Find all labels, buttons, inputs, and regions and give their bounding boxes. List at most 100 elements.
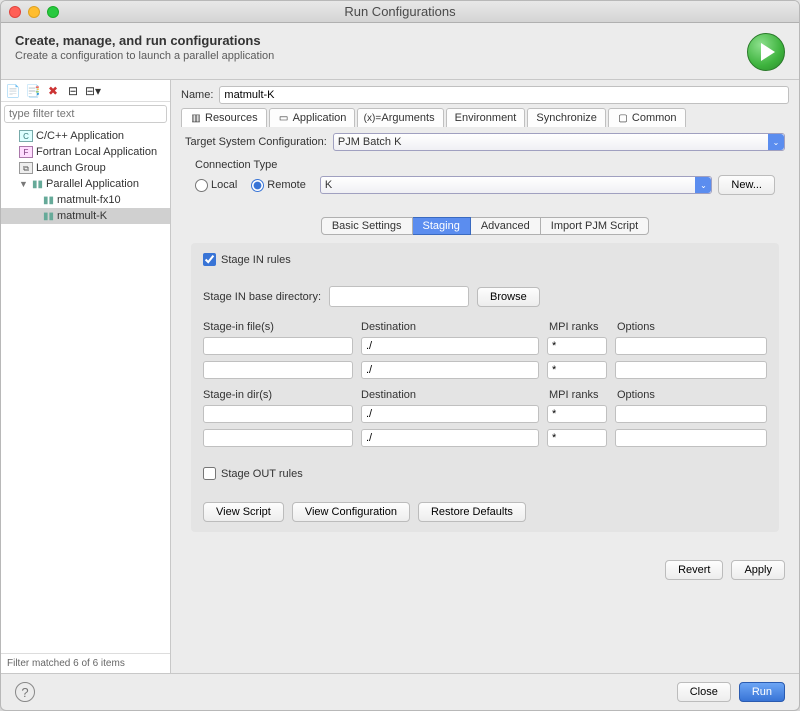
sidebar-toolbar: 📄 📑 ✖ ⊟ ⊟▾ [1,80,170,102]
duplicate-config-icon[interactable]: 📑 [25,83,41,99]
dropdown-icon: ⌄ [695,177,711,193]
view-configuration-button[interactable]: View Configuration [292,502,410,522]
tab-resources[interactable]: ▥Resources [181,108,267,127]
stage-in-file-row [203,337,767,355]
titlebar: Run Configurations [1,1,799,23]
col-mpi-ranks: MPI ranks [549,321,609,333]
stage-out-checkbox[interactable]: Stage OUT rules [203,467,303,480]
parallel-icon: ▮▮ [43,195,54,206]
filter-status: Filter matched 6 of 6 items [1,653,170,673]
connection-type-legend: Connection Type [195,159,775,171]
radio-local[interactable]: Local [195,179,237,192]
expand-all-icon[interactable]: ⊟ [65,83,81,99]
mpi-ranks-input[interactable] [547,337,607,355]
stage-in-checkbox[interactable]: Stage IN rules [203,253,291,266]
tree-item-launch-group[interactable]: ⧉Launch Group [1,160,170,176]
stage-in-dir-input[interactable] [203,429,353,447]
subtab-import-pjm[interactable]: Import PJM Script [541,217,649,235]
parallel-icon: ▮▮ [32,179,43,190]
destination-input[interactable] [361,361,539,379]
tree-item-matmult-fx10[interactable]: ▮▮matmult-fx10 [1,192,170,208]
window-title: Run Configurations [1,4,799,19]
action-bar: Revert Apply [171,554,799,586]
remote-connection-select[interactable]: K⌄ [320,176,713,194]
col-options: Options [617,389,767,401]
destination-input[interactable] [361,405,539,423]
mpi-ranks-input[interactable] [547,405,607,423]
tree-item-parallel-app[interactable]: ▼▮▮Parallel Application [1,176,170,192]
restore-defaults-button[interactable]: Restore Defaults [418,502,526,522]
arguments-icon: (x)= [366,112,378,124]
new-connection-button[interactable]: New... [718,175,775,195]
options-input[interactable] [615,429,767,447]
revert-button[interactable]: Revert [665,560,723,580]
help-icon[interactable]: ? [15,682,35,702]
name-label: Name: [181,89,213,101]
dialog-header: Create, manage, and run configurations C… [1,23,799,80]
subtab-staging[interactable]: Staging [413,217,471,235]
subtab-advanced[interactable]: Advanced [471,217,541,235]
collapse-all-icon[interactable]: ⊟▾ [85,83,101,99]
tab-common[interactable]: ▢Common [608,108,686,127]
tree-item-matmult-k[interactable]: ▮▮matmult-K [1,208,170,224]
stage-in-file-row [203,361,767,379]
main-tabs: ▥Resources ▭Application (x)=Arguments En… [171,108,799,127]
stage-in-dir-row [203,405,767,423]
run-configurations-window: Run Configurations Create, manage, and r… [0,0,800,711]
filter-box [4,105,167,123]
col-mpi-ranks: MPI ranks [549,389,609,401]
col-stage-in-files: Stage-in file(s) [203,321,353,333]
resources-panel: Target System Configuration: PJM Batch K… [181,127,789,548]
options-input[interactable] [615,361,767,379]
options-input[interactable] [615,405,767,423]
disclosure-open-icon[interactable]: ▼ [19,179,27,189]
stage-in-file-input[interactable] [203,361,353,379]
application-icon: ▭ [278,112,290,124]
delete-config-icon[interactable]: ✖ [45,83,61,99]
stage-in-file-input[interactable] [203,337,353,355]
browse-button[interactable]: Browse [477,287,540,307]
options-input[interactable] [615,337,767,355]
target-label: Target System Configuration: [185,136,327,148]
tab-environment[interactable]: Environment [446,108,526,127]
run-icon[interactable] [747,33,785,71]
stage-in-dir-input[interactable] [203,405,353,423]
stage-in-base-label: Stage IN base directory: [203,291,321,303]
new-config-icon[interactable]: 📄 [5,83,21,99]
target-system-select[interactable]: PJM Batch K⌄ [333,133,785,151]
col-stage-in-dirs: Stage-in dir(s) [203,389,353,401]
parallel-icon: ▮▮ [43,211,54,222]
destination-input[interactable] [361,429,539,447]
radio-remote[interactable]: Remote [251,179,306,192]
tab-arguments[interactable]: (x)=Arguments [357,108,443,127]
sidebar: 📄 📑 ✖ ⊟ ⊟▾ CC/C++ Application FFortran L… [1,80,171,673]
apply-button[interactable]: Apply [731,560,785,580]
main-panel: Name: ▥Resources ▭Application (x)=Argume… [171,80,799,673]
resources-icon: ▥ [190,112,202,124]
close-button[interactable]: Close [677,682,731,702]
config-tree: CC/C++ Application FFortran Local Applic… [1,126,170,653]
col-destination: Destination [361,389,541,401]
col-options: Options [617,321,767,333]
mpi-ranks-input[interactable] [547,429,607,447]
name-input[interactable] [219,86,789,104]
tab-application[interactable]: ▭Application [269,108,356,127]
f-badge-icon: F [19,146,33,158]
destination-input[interactable] [361,337,539,355]
dialog-body: 📄 📑 ✖ ⊟ ⊟▾ CC/C++ Application FFortran L… [1,80,799,673]
tree-item-fortran-app[interactable]: FFortran Local Application [1,144,170,160]
header-subtitle: Create a configuration to launch a paral… [15,50,274,62]
header-title: Create, manage, and run configurations [15,33,274,48]
subtab-basic-settings[interactable]: Basic Settings [321,217,413,235]
tab-synchronize[interactable]: Synchronize [527,108,606,127]
run-button[interactable]: Run [739,682,785,702]
filter-input[interactable] [4,105,167,123]
view-script-button[interactable]: View Script [203,502,284,522]
tree-item-c-app[interactable]: CC/C++ Application [1,128,170,144]
mpi-ranks-input[interactable] [547,361,607,379]
subtabs: Basic Settings Staging Advanced Import P… [185,217,785,235]
common-icon: ▢ [617,112,629,124]
group-badge-icon: ⧉ [19,162,33,174]
footer: ? Close Run [1,673,799,710]
stage-in-base-input[interactable] [329,286,469,307]
